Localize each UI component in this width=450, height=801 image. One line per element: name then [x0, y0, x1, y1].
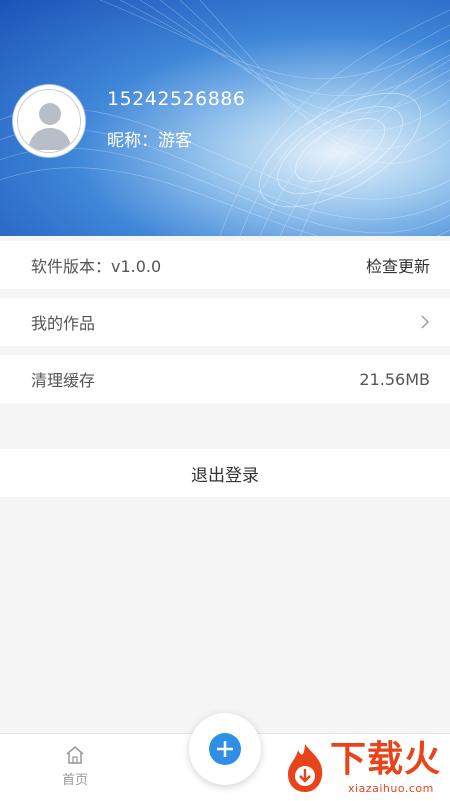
user-nickname: 昵称：游客	[107, 131, 192, 151]
logout-label: 退出登录	[191, 465, 259, 486]
logout-button[interactable]: 退出登录	[0, 449, 450, 497]
version-label: 软件版本：v1.0.0	[31, 257, 162, 276]
watermark-domain: xiazaihuo.com	[348, 782, 434, 795]
add-button[interactable]	[189, 713, 261, 785]
cache-size-value: 21.56MB	[359, 369, 430, 389]
flame-logo-icon	[288, 744, 323, 792]
check-update-button[interactable]: 检查更新	[366, 253, 430, 277]
home-icon	[66, 746, 84, 764]
profile-header: 15242526886 昵称：游客	[0, 0, 450, 236]
watermark: 下载火 xiazaihuo.com	[278, 736, 450, 800]
nav-home-label: 首页	[61, 773, 88, 788]
user-phone: 15242526886	[107, 88, 246, 110]
avatar-placeholder-icon	[17, 89, 81, 153]
clear-cache-row[interactable]: 清理缓存 21.56MB	[0, 355, 450, 403]
watermark-brand: 下载火	[330, 739, 442, 780]
nav-home[interactable]: 首页	[50, 744, 100, 794]
clear-cache-label: 清理缓存	[31, 371, 96, 390]
avatar[interactable]	[13, 85, 85, 157]
my-works-row[interactable]: 我的作品	[0, 298, 450, 346]
version-row: 软件版本：v1.0.0 检查更新	[0, 241, 450, 289]
plus-icon	[209, 733, 241, 765]
chevron-right-icon	[421, 315, 429, 329]
my-works-label: 我的作品	[31, 314, 96, 333]
